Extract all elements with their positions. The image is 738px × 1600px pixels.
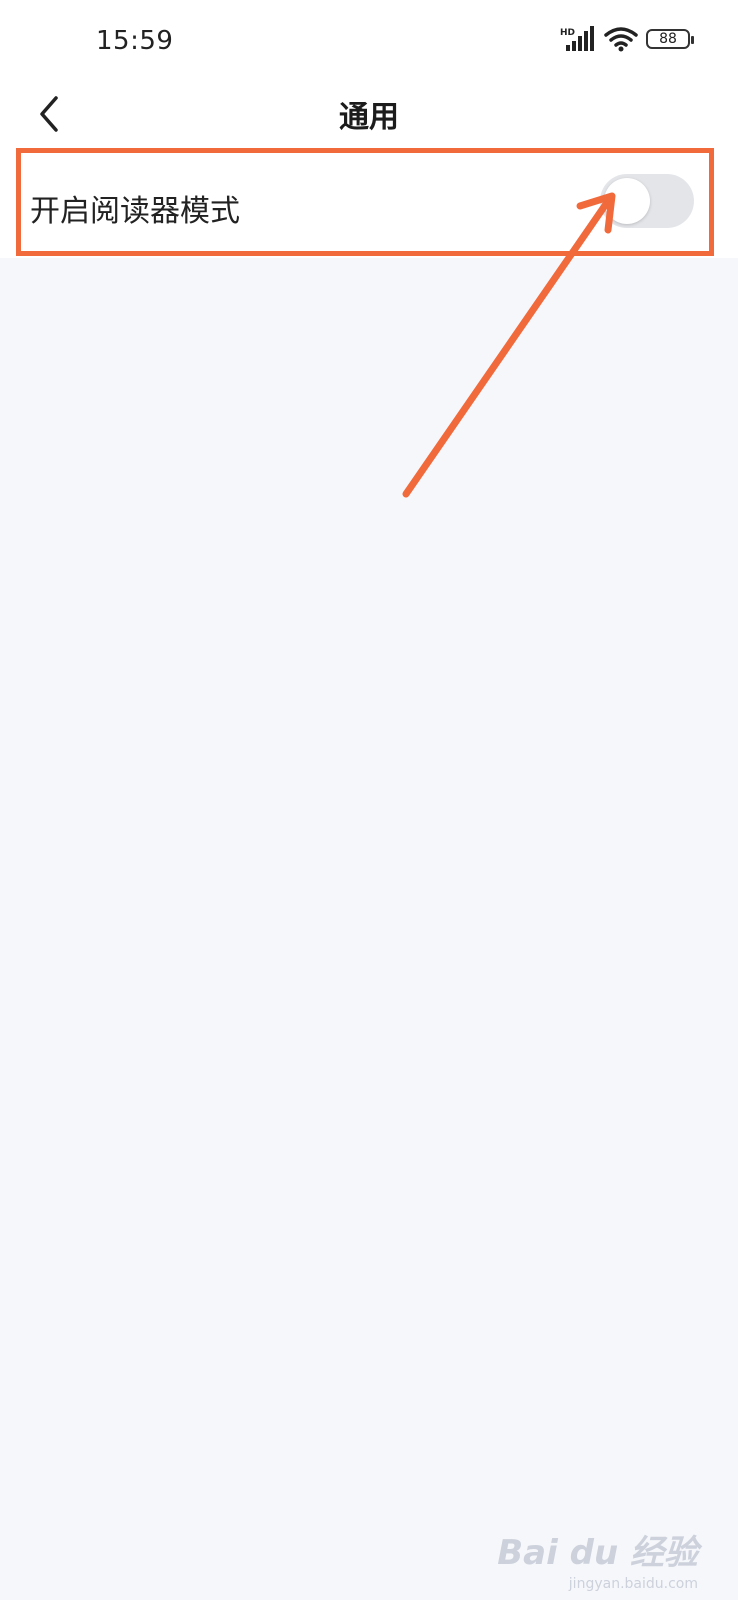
reader-mode-toggle[interactable]: [600, 174, 694, 228]
signal-icon: HD: [560, 26, 594, 51]
watermark: Bai du 经验 jingyan.baidu.com: [497, 1525, 698, 1592]
network-label: HD: [560, 28, 575, 38]
watermark-logo: Bai du 经验: [497, 1533, 698, 1573]
toggle-knob: [604, 178, 650, 224]
setting-row-reader-mode[interactable]: 开启阅读器模式: [0, 146, 738, 258]
nav-bar: 通用: [0, 82, 738, 146]
status-time: 15:59: [96, 26, 174, 56]
watermark-url: jingyan.baidu.com: [568, 1576, 698, 1592]
wifi-icon: [604, 27, 638, 52]
status-icons: HD 88: [560, 26, 694, 52]
battery-level: 88: [659, 31, 677, 47]
status-bar: 15:59 HD 88: [0, 0, 738, 82]
battery-icon: 88: [646, 29, 694, 49]
setting-label-reader-mode: 开启阅读器模式: [30, 194, 240, 229]
page-title: 通用: [339, 100, 399, 135]
